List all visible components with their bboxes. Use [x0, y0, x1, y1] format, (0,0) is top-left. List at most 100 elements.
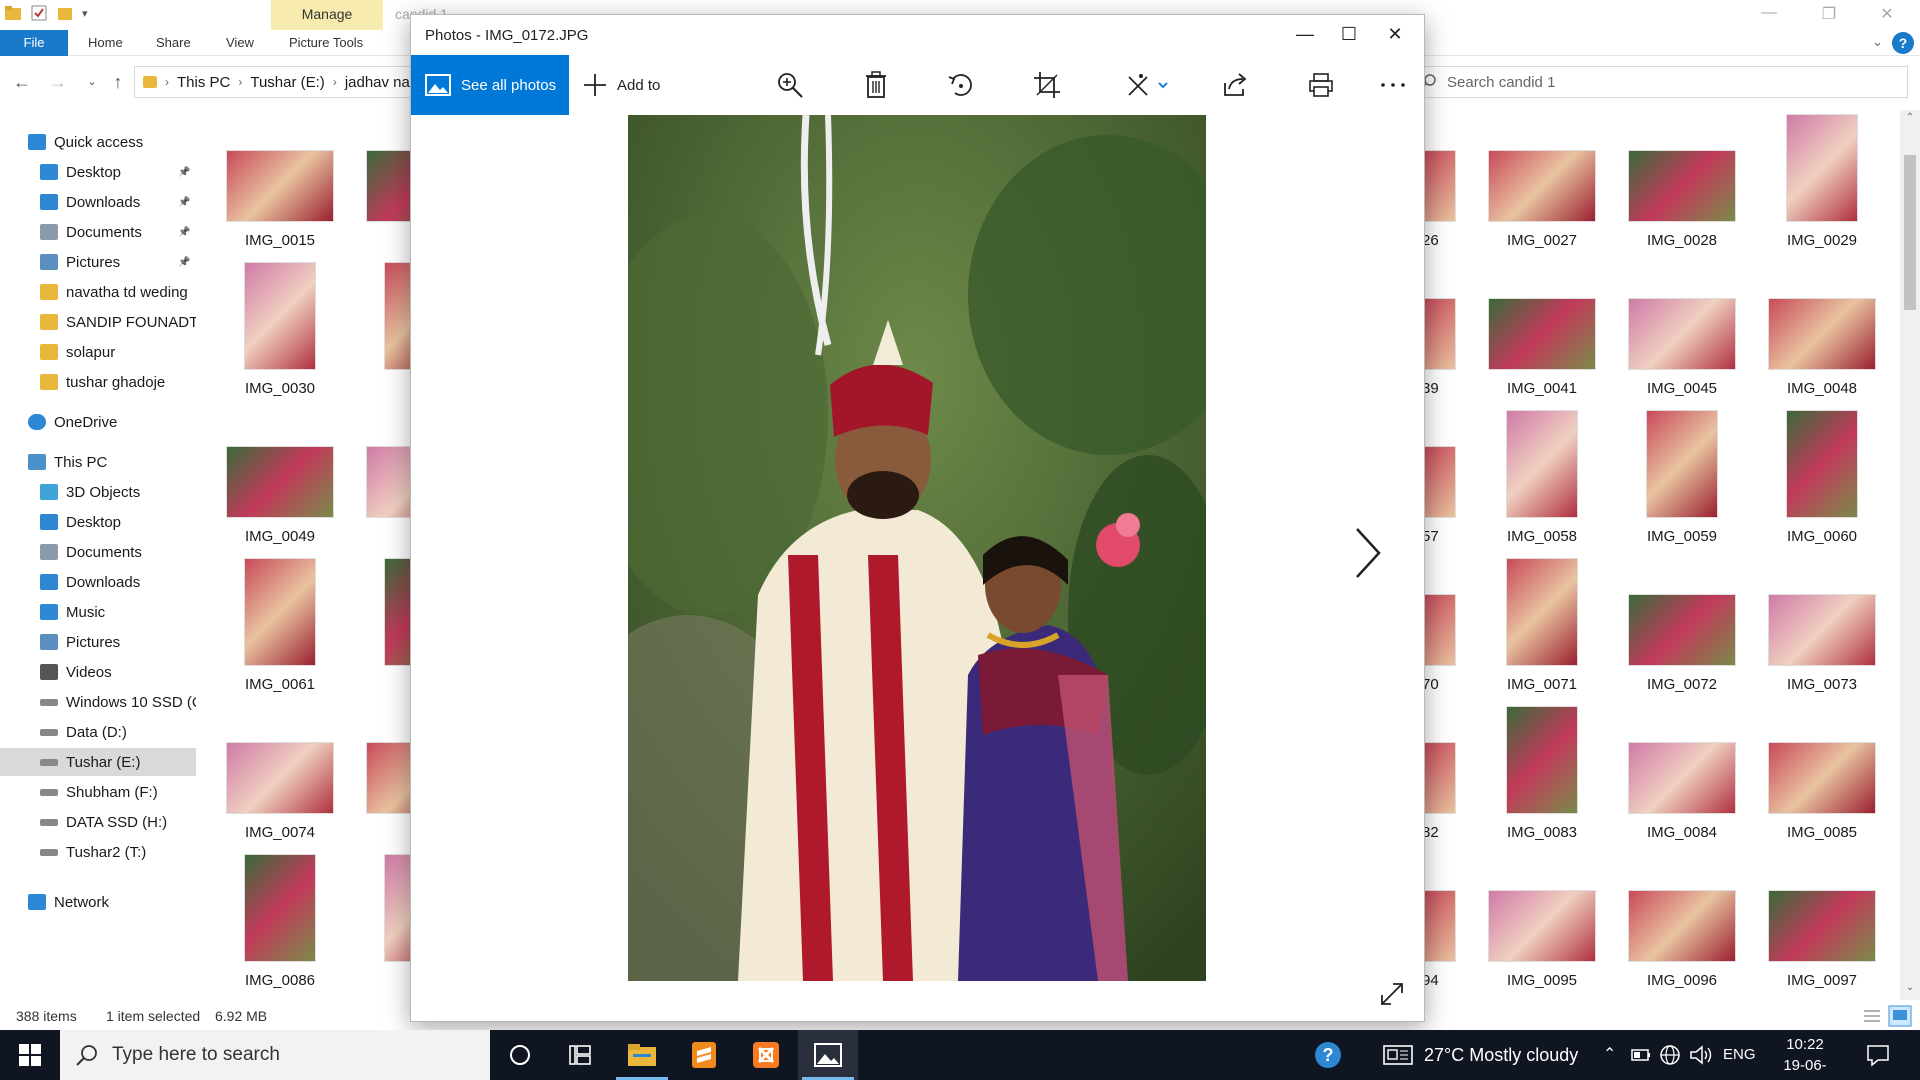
chevron-up-icon[interactable]: ⌃: [1603, 1044, 1616, 1064]
help-icon[interactable]: ?: [1892, 32, 1914, 54]
tab-home[interactable]: Home: [76, 30, 135, 56]
xampp-taskbar-button[interactable]: [736, 1030, 796, 1080]
globe-icon[interactable]: [1659, 1044, 1681, 1066]
photos-maximize-button[interactable]: ☐: [1327, 19, 1371, 49]
scroll-down-icon[interactable]: ⌄: [1900, 982, 1920, 998]
photos-close-button[interactable]: ✕: [1373, 19, 1417, 49]
sidebar-item[interactable]: Desktop: [0, 508, 196, 536]
explorer-restore-button[interactable]: ❐: [1806, 4, 1852, 26]
sidebar-item[interactable]: SANDIP FOUNADTI(: [0, 308, 196, 336]
sidebar-item-label: Network: [54, 893, 110, 911]
breadcrumb-drive[interactable]: Tushar (E:): [250, 74, 324, 91]
sidebar-item[interactable]: Shubham (F:): [0, 778, 196, 806]
news-weather-icon[interactable]: [1383, 1044, 1413, 1066]
sidebar-item[interactable]: Quick access: [0, 128, 196, 156]
sidebar-item[interactable]: Windows 10 SSD (C: [0, 688, 196, 716]
back-button[interactable]: ←: [10, 70, 34, 94]
full-screen-icon[interactable]: [1379, 981, 1405, 1007]
see-all-photos-button[interactable]: See all photos: [411, 55, 569, 115]
file-name-label: 70: [1422, 676, 1439, 693]
explorer-close-button[interactable]: ✕: [1864, 4, 1910, 26]
print-button[interactable]: [1305, 69, 1337, 101]
forward-button[interactable]: →: [46, 70, 70, 94]
thumbnail-image: [1422, 298, 1456, 370]
pin-icon: 📌: [178, 196, 191, 208]
add-to-button[interactable]: Add to: [583, 55, 660, 115]
next-photo-button[interactable]: [1347, 523, 1387, 583]
large-icons-view-icon[interactable]: [1888, 1005, 1912, 1027]
up-button[interactable]: ↑: [106, 70, 130, 94]
sidebar-item[interactable]: solapur: [0, 338, 196, 366]
search-input[interactable]: Search candid 1: [1412, 66, 1908, 98]
language-indicator[interactable]: ENG: [1723, 1030, 1756, 1080]
battery-icon[interactable]: [1631, 1046, 1651, 1064]
address-bar[interactable]: › This PC › Tushar (E:) › jadhav na: [134, 66, 414, 98]
sidebar-item[interactable]: tushar ghadoje: [0, 368, 196, 396]
thumbnail-image: [244, 262, 316, 370]
zoom-button[interactable]: [774, 69, 806, 101]
edit-create-button[interactable]: [1124, 69, 1174, 101]
task-view-button[interactable]: [550, 1030, 610, 1080]
details-view-icon[interactable]: [1862, 1007, 1882, 1025]
more-options-button[interactable]: [1377, 69, 1409, 101]
crop-button[interactable]: [1031, 69, 1063, 101]
file-name-label: IMG_0073: [1786, 676, 1858, 693]
help-tips-button[interactable]: ?: [1298, 1030, 1358, 1080]
sidebar-item[interactable]: Downloads: [0, 568, 196, 596]
thumbnail-image: [1422, 150, 1456, 222]
taskbar-search-input[interactable]: Type here to search: [60, 1030, 490, 1080]
cortana-button[interactable]: [490, 1030, 550, 1080]
photo-viewer-image[interactable]: [628, 115, 1206, 981]
sidebar-item[interactable]: Documents: [0, 538, 196, 566]
sidebar-item[interactable]: Music: [0, 598, 196, 626]
photos-taskbar-button[interactable]: [798, 1030, 858, 1080]
sidebar-item[interactable]: Videos: [0, 658, 196, 686]
sidebar-item[interactable]: Tushar (E:): [0, 748, 196, 776]
tab-view[interactable]: View: [214, 30, 266, 56]
rotate-button[interactable]: [945, 69, 977, 101]
scroll-up-icon[interactable]: ⌃: [1900, 112, 1920, 128]
sidebar-item[interactable]: Pictures: [0, 628, 196, 656]
tab-picture-tools[interactable]: Picture Tools: [277, 30, 375, 56]
expand-ribbon-icon[interactable]: ⌄: [1872, 34, 1883, 50]
sidebar-item[interactable]: Pictures 📌: [0, 248, 196, 276]
breadcrumb-this-pc[interactable]: This PC: [177, 74, 230, 91]
new-folder-icon[interactable]: [56, 4, 74, 22]
recent-locations-button[interactable]: ⌄: [80, 70, 104, 94]
explorer-minimize-button[interactable]: —: [1746, 4, 1792, 26]
sidebar-item[interactable]: This PC: [0, 448, 196, 476]
customize-toolbar-icon[interactable]: ▾: [82, 7, 88, 20]
sidebar-item[interactable]: OneDrive: [0, 408, 196, 436]
sidebar-item[interactable]: DATA SSD (H:): [0, 808, 196, 836]
clock[interactable]: 10:22 19-06-2021: [1770, 1034, 1840, 1080]
share-button[interactable]: [1219, 69, 1251, 101]
scrollbar-thumb[interactable]: [1904, 155, 1916, 310]
file-explorer-taskbar-button[interactable]: [612, 1030, 672, 1080]
sidebar-item[interactable]: Desktop 📌: [0, 158, 196, 186]
sidebar-item[interactable]: Data (D:): [0, 718, 196, 746]
properties-icon[interactable]: [30, 4, 48, 22]
tab-share[interactable]: Share: [144, 30, 203, 56]
breadcrumb-folder[interactable]: jadhav na: [345, 74, 410, 91]
tab-file[interactable]: File: [0, 30, 68, 56]
vertical-scrollbar[interactable]: ⌃ ⌄: [1900, 110, 1920, 1000]
file-name-label: IMG_0085: [1786, 824, 1858, 841]
volume-icon[interactable]: [1689, 1044, 1713, 1066]
sidebar-item-label: Desktop: [66, 163, 122, 181]
tab-manage[interactable]: Manage: [271, 0, 383, 30]
taskbar-search-placeholder: Type here to search: [112, 1044, 280, 1065]
delete-button[interactable]: [860, 69, 892, 101]
notifications-icon[interactable]: [1866, 1043, 1890, 1067]
sidebar-item[interactable]: Downloads 📌: [0, 188, 196, 216]
sublime-text-taskbar-button[interactable]: [674, 1030, 734, 1080]
weather-widget[interactable]: 27°C Mostly cloudy: [1424, 1030, 1578, 1080]
sidebar-item[interactable]: Network: [0, 888, 196, 916]
sidebar-item[interactable]: Tushar2 (T:): [0, 838, 196, 866]
trash-icon: [866, 71, 886, 98]
start-button[interactable]: [0, 1030, 60, 1080]
desktop-icon: [40, 514, 58, 530]
sidebar-item[interactable]: Documents 📌: [0, 218, 196, 246]
photos-minimize-button[interactable]: —: [1283, 19, 1327, 49]
sidebar-item[interactable]: 3D Objects: [0, 478, 196, 506]
sidebar-item[interactable]: navatha td weding: [0, 278, 196, 306]
